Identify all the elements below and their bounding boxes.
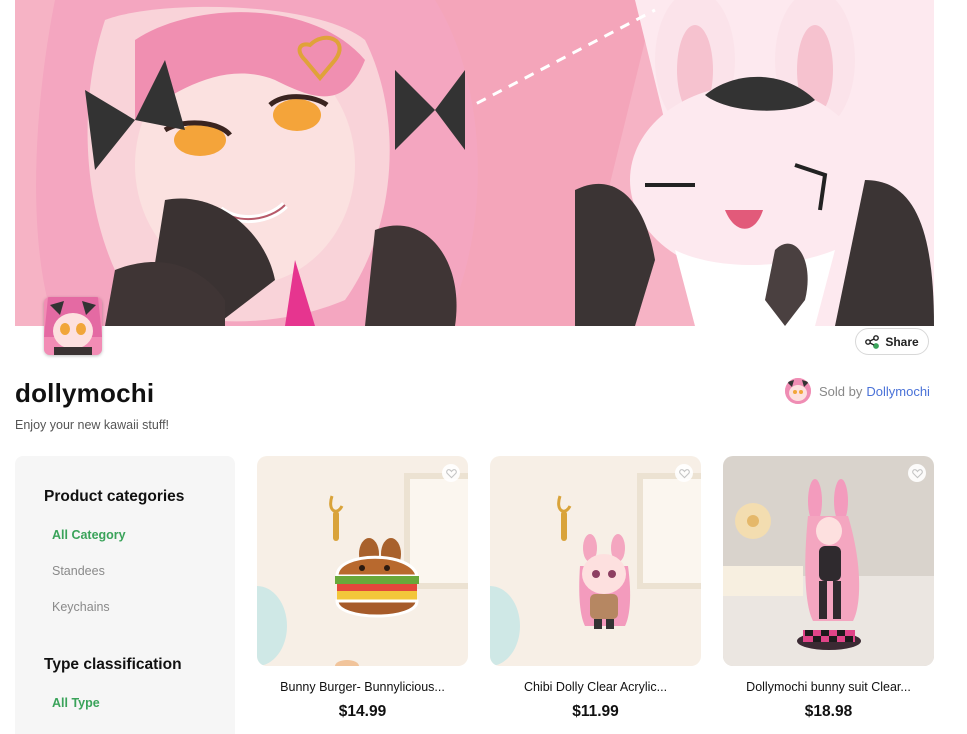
heart-icon <box>678 468 690 478</box>
favorite-button[interactable] <box>442 464 460 482</box>
category-all[interactable]: All Category <box>52 528 126 542</box>
product-title[interactable]: Dollymochi bunny suit Clear... <box>723 680 934 694</box>
product-title[interactable]: Chibi Dolly Clear Acrylic... <box>490 680 701 694</box>
store-name: dollymochi <box>15 378 155 408</box>
share-icon <box>865 334 880 349</box>
product-categories-heading: Product categories <box>44 488 185 505</box>
product-card[interactable]: Dollymochi bunny suit Clear... $18.98 <box>723 456 934 720</box>
store-page: Share dollymochi Enjoy your new kawaii s… <box>0 0 967 734</box>
product-image[interactable] <box>723 456 934 666</box>
heart-icon <box>911 468 923 478</box>
seller-link[interactable]: Dollymochi <box>866 384 930 399</box>
favorite-button[interactable] <box>675 464 693 482</box>
store-tagline: Enjoy your new kawaii stuff! <box>15 418 170 432</box>
product-card[interactable]: Bunny Burger- Bunnylicious... $14.99 <box>257 456 468 720</box>
type-all[interactable]: All Type <box>52 696 100 710</box>
product-title[interactable]: Bunny Burger- Bunnylicious... <box>257 680 468 694</box>
share-button[interactable]: Share <box>855 328 929 355</box>
burger-keychain-image <box>257 456 468 666</box>
store-avatar[interactable] <box>44 297 102 355</box>
seller-avatar[interactable] <box>785 378 811 404</box>
filter-sidebar: Product categories All Category Standees… <box>15 456 235 734</box>
share-label: Share <box>885 334 919 349</box>
sold-by-prefix: Sold by <box>819 383 863 399</box>
product-price: $18.98 <box>804 703 853 720</box>
favorite-button[interactable] <box>908 464 926 482</box>
product-price: $11.99 <box>572 703 619 720</box>
product-image[interactable] <box>490 456 701 666</box>
type-classification-heading: Type classification <box>44 656 182 673</box>
sold-by: Sold by Dollymochi <box>785 377 930 405</box>
bunny-suit-standee-image <box>723 456 934 666</box>
banner-illustration <box>15 0 934 326</box>
product-image[interactable] <box>257 456 468 666</box>
seller-avatar-image <box>785 378 811 404</box>
avatar-image <box>44 297 102 355</box>
category-keychains[interactable]: Keychains <box>52 600 110 614</box>
product-price: $14.99 <box>338 703 387 720</box>
heart-icon <box>445 468 457 478</box>
chibi-acrylic-image <box>490 456 701 666</box>
store-banner <box>15 0 934 326</box>
product-card[interactable]: Chibi Dolly Clear Acrylic... $11.99 <box>490 456 701 720</box>
category-standees[interactable]: Standees <box>52 564 105 578</box>
